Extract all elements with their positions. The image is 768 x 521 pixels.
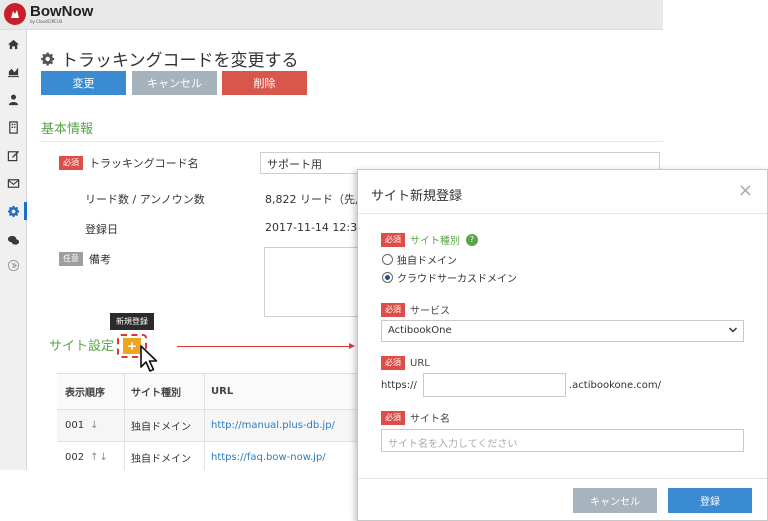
registered-value: 2017-11-14 12:31 xyxy=(265,221,365,234)
header-order: 表示順序 xyxy=(57,374,125,409)
notes-label: 備考 xyxy=(89,253,111,266)
radio-cloudcircus-domain[interactable]: クラウドサーカスドメイン xyxy=(382,270,517,285)
radio-own-domain[interactable]: 独自ドメイン xyxy=(382,252,457,267)
chevron-down-icon xyxy=(728,327,738,333)
page-title: トラッキングコードを変更する xyxy=(41,46,299,71)
required-badge: 必須 xyxy=(381,302,405,317)
notes-row: 任意 備考 xyxy=(59,251,111,267)
sidebar xyxy=(0,30,27,470)
radio-label: クラウドサーカスドメイン xyxy=(397,274,517,285)
edit-icon xyxy=(7,150,19,161)
table-header-row: 表示順序 サイト種別 URL xyxy=(57,374,397,410)
expand-icon xyxy=(7,259,19,271)
radio-button[interactable] xyxy=(382,254,393,265)
change-button[interactable]: 変更 xyxy=(41,71,126,95)
modal-footer: キャンセル 登録 xyxy=(358,478,767,520)
registered-label: 登録日 xyxy=(85,223,118,236)
radio-label: 独自ドメイン xyxy=(397,256,457,267)
delete-button[interactable]: 削除 xyxy=(222,71,307,95)
chat-icon xyxy=(7,235,19,245)
cancel-button[interactable]: キャンセル xyxy=(132,71,217,95)
modal-title: サイト新規登録 xyxy=(371,189,463,204)
required-badge: 必須 xyxy=(381,356,405,370)
mail-icon xyxy=(7,178,19,188)
mouse-cursor-icon xyxy=(140,345,158,372)
url-prefix: https:// xyxy=(381,380,417,391)
site-name-input[interactable]: サイト名を入力してください xyxy=(381,429,744,452)
header-type: サイト種別 xyxy=(125,374,205,409)
page-title-text: トラッキングコードを変更する xyxy=(61,51,299,71)
sidebar-item-mail[interactable] xyxy=(0,171,26,195)
service-label: 必須 サービス xyxy=(381,302,450,317)
service-selected-value: ActibookOne xyxy=(388,325,452,336)
close-icon[interactable]: × xyxy=(738,182,753,200)
pointer-arrow-line xyxy=(177,346,352,347)
sidebar-item-forms[interactable] xyxy=(0,143,26,167)
row-type: 独自ドメイン xyxy=(125,442,205,470)
user-icon xyxy=(8,94,18,105)
site-table: 表示順序 サイト種別 URL 001 ↓ 独自ドメイン http://manua… xyxy=(57,373,397,470)
logo[interactable]: BowNow by CloudCIRCUS xyxy=(4,3,93,25)
logo-mark-icon xyxy=(4,3,26,25)
logo-name: BowNow xyxy=(30,2,94,20)
site-name-label: 必須 サイト名 xyxy=(381,410,450,425)
leads-label: リード数 / アンノウン数 xyxy=(85,193,205,206)
url-label: 必須 URL xyxy=(381,356,430,370)
site-type-label-text: サイト種別 xyxy=(410,236,460,247)
sidebar-item-settings[interactable] xyxy=(0,199,27,223)
row-order: 002 xyxy=(65,452,85,463)
service-label-text: サービス xyxy=(410,306,450,317)
building-icon xyxy=(8,120,18,134)
help-icon[interactable]: ? xyxy=(466,233,478,246)
table-row[interactable]: 002 ↑↓ 独自ドメイン https://faq.bow-now.jp/ xyxy=(57,442,397,470)
sort-arrows-icon[interactable]: ↑↓ xyxy=(90,452,109,463)
url-subdomain-input[interactable] xyxy=(423,373,566,397)
modal-register-button[interactable]: 登録 xyxy=(668,488,752,513)
site-type-label: 必須 サイト種別 ? xyxy=(381,232,478,247)
required-badge: 必須 xyxy=(59,156,83,170)
site-settings-heading: サイト設定 xyxy=(49,339,115,354)
home-icon xyxy=(7,39,19,49)
tracking-name-row: 必須 トラッキングコード名 xyxy=(59,155,199,171)
row-type: 独自ドメイン xyxy=(125,410,205,441)
optional-badge: 任意 xyxy=(59,252,83,266)
sidebar-item-users[interactable] xyxy=(0,87,26,111)
required-badge: 必須 xyxy=(381,410,405,425)
gear-icon xyxy=(7,205,19,217)
basic-info-section: 基本情報 xyxy=(41,118,663,142)
add-tooltip: 新規登録 xyxy=(110,313,154,330)
site-name-label-text: サイト名 xyxy=(410,414,450,425)
sort-arrows-icon[interactable]: ↓ xyxy=(90,420,99,431)
sidebar-item-chat[interactable] xyxy=(0,228,26,252)
leads-value: 8,822 リード（先月 xyxy=(265,193,366,206)
sidebar-item-analytics[interactable] xyxy=(0,59,26,83)
url-label-text: URL xyxy=(410,357,430,369)
required-badge: 必須 xyxy=(381,232,405,247)
modal-cancel-button[interactable]: キャンセル xyxy=(573,488,657,513)
tracking-name-label: トラッキングコード名 xyxy=(89,157,199,170)
radio-button-checked[interactable] xyxy=(382,272,393,283)
new-site-modal: サイト新規登録 × 必須 サイト種別 ? 独自ドメイン クラウドサーカスドメイン… xyxy=(357,169,768,521)
modal-header: サイト新規登録 × xyxy=(358,170,767,214)
pointer-arrow-head xyxy=(349,343,355,349)
service-select[interactable]: ActibookOne xyxy=(381,320,744,342)
sidebar-item-companies[interactable] xyxy=(0,115,26,139)
sidebar-item-expand[interactable] xyxy=(0,253,26,277)
table-row[interactable]: 001 ↓ 独自ドメイン http://manual.plus-db.jp/ xyxy=(57,410,397,442)
basic-info-heading: 基本情報 xyxy=(41,122,94,137)
top-bar: BowNow by CloudCIRCUS xyxy=(0,0,663,30)
chart-icon xyxy=(7,67,19,77)
row-order: 001 xyxy=(65,420,85,431)
sidebar-item-home[interactable] xyxy=(0,32,26,56)
url-suffix: .actibookone.com/ xyxy=(569,380,662,391)
gear-icon xyxy=(41,51,55,66)
